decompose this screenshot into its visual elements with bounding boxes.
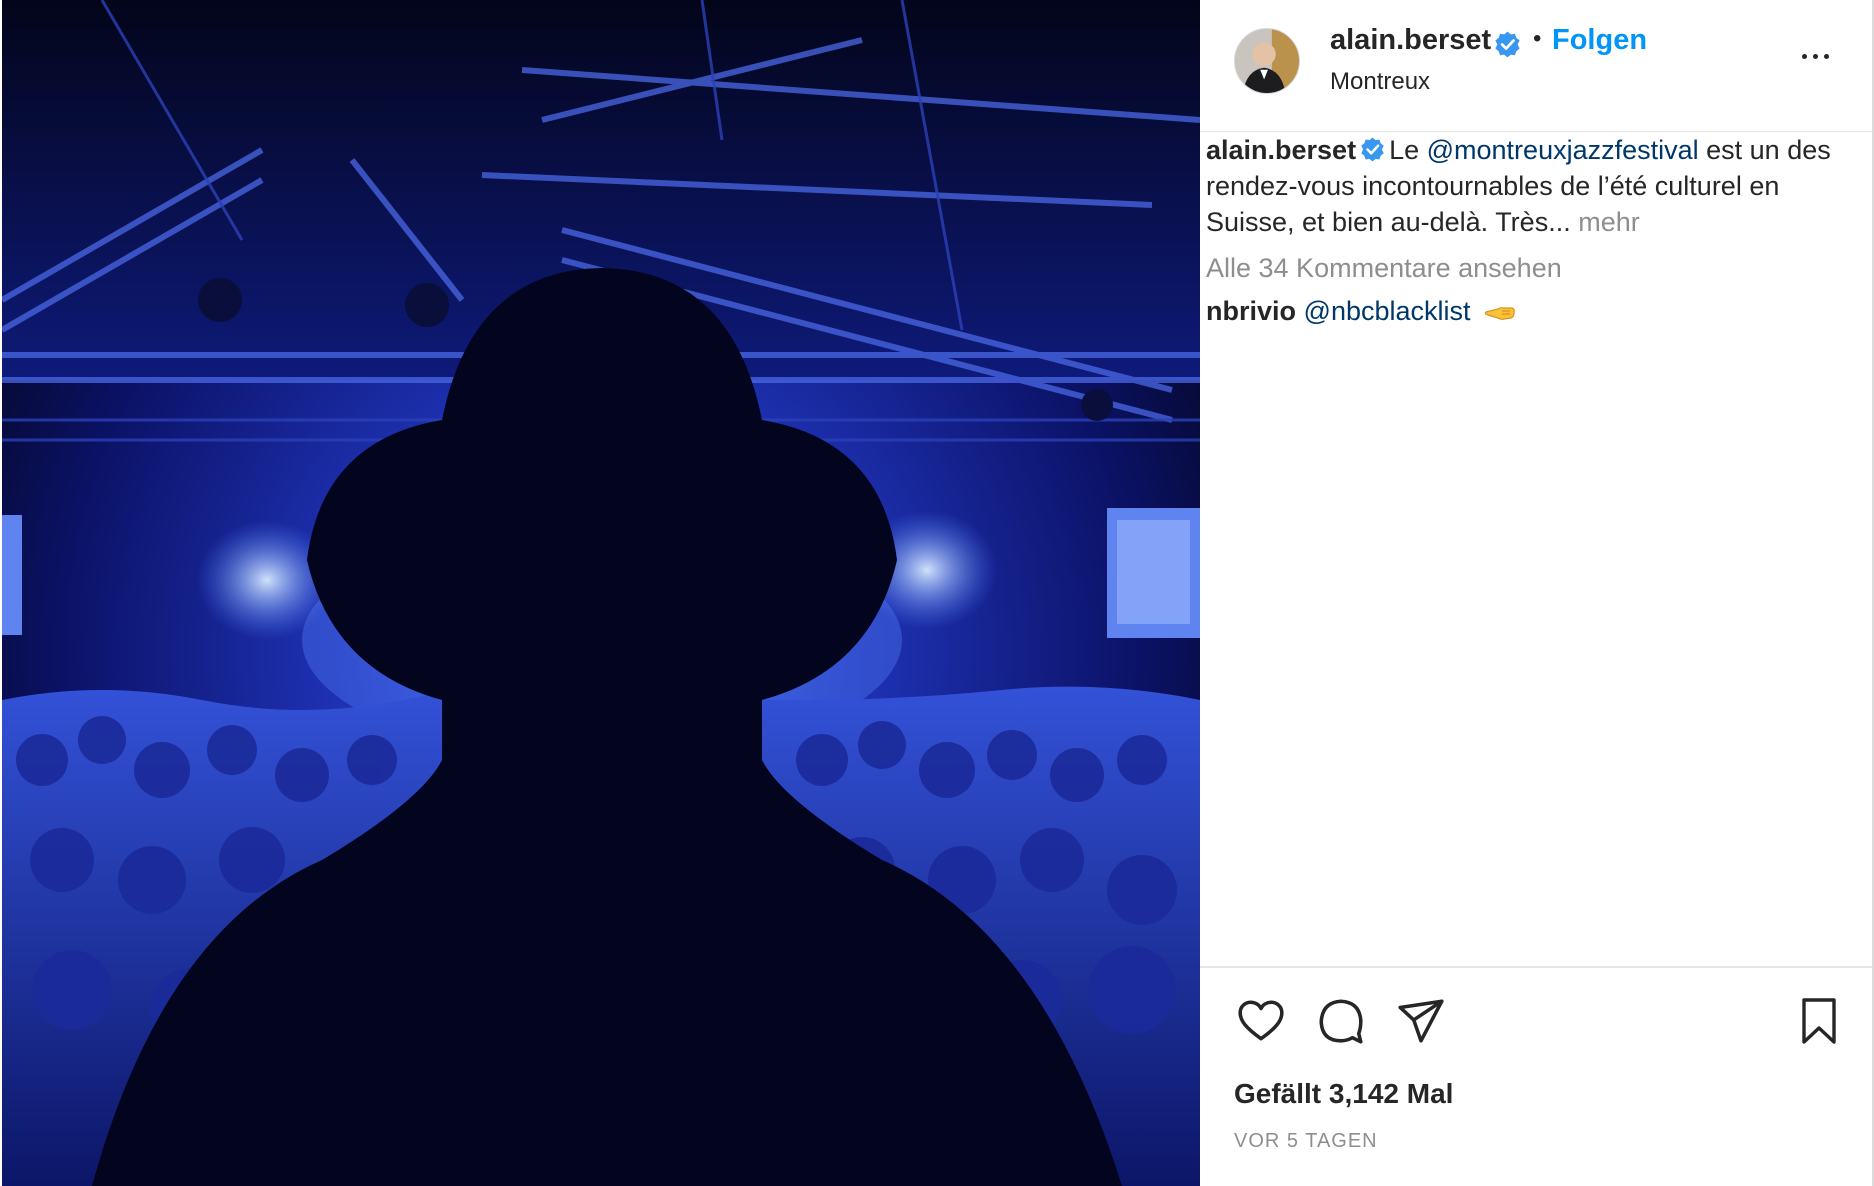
comment-mention[interactable]: @nbcblacklist — [1304, 296, 1471, 326]
follow-button[interactable]: Folgen — [1552, 24, 1647, 57]
post-header: alain.berset • Folgen Montreux — [1200, 0, 1872, 132]
caption-mention[interactable]: @montreuxjazzfestival — [1427, 135, 1699, 165]
comment-username[interactable]: nbrivio — [1206, 296, 1296, 326]
header-separator: • — [1533, 25, 1542, 52]
more-horizontal-icon[interactable] — [1796, 48, 1836, 64]
view-all-comments-link[interactable]: Alle 34 Kommentare ansehen — [1206, 253, 1562, 284]
actions-divider — [1200, 966, 1872, 968]
post-caption: alain.berset Le @montreuxjazzfestival est… — [1206, 132, 1856, 240]
post-photo[interactable] — [2, 0, 1200, 1186]
comment-bubble-icon[interactable] — [1316, 996, 1366, 1046]
heart-icon[interactable] — [1236, 996, 1286, 1046]
concert-photo-illustration — [2, 0, 1200, 1186]
paper-plane-icon[interactable] — [1396, 996, 1446, 1046]
header-username[interactable]: alain.berset — [1330, 24, 1491, 57]
likes-count[interactable]: Gefällt 3,142 Mal — [1234, 1078, 1453, 1110]
bookmark-icon[interactable] — [1796, 996, 1842, 1046]
caption-text-before: Le — [1389, 135, 1427, 165]
verified-badge-icon — [1494, 31, 1521, 58]
avatar-image — [1235, 29, 1299, 93]
comment-item: nbrivio @nbcblacklist — [1206, 296, 1516, 327]
caption-more-link[interactable]: mehr — [1578, 207, 1640, 237]
avatar[interactable] — [1234, 28, 1300, 94]
instagram-post: alain.berset • Folgen Montreux alain.ber… — [0, 0, 1874, 1186]
post-timestamp[interactable]: VOR 5 TAGEN — [1234, 1130, 1378, 1153]
verified-badge-icon — [1360, 137, 1385, 162]
post-location[interactable]: Montreux — [1330, 68, 1430, 96]
post-side-panel: alain.berset • Folgen Montreux alain.ber… — [1200, 0, 1874, 1186]
backhand-index-pointing-left-icon — [1484, 301, 1516, 325]
caption-username[interactable]: alain.berset — [1206, 135, 1356, 165]
